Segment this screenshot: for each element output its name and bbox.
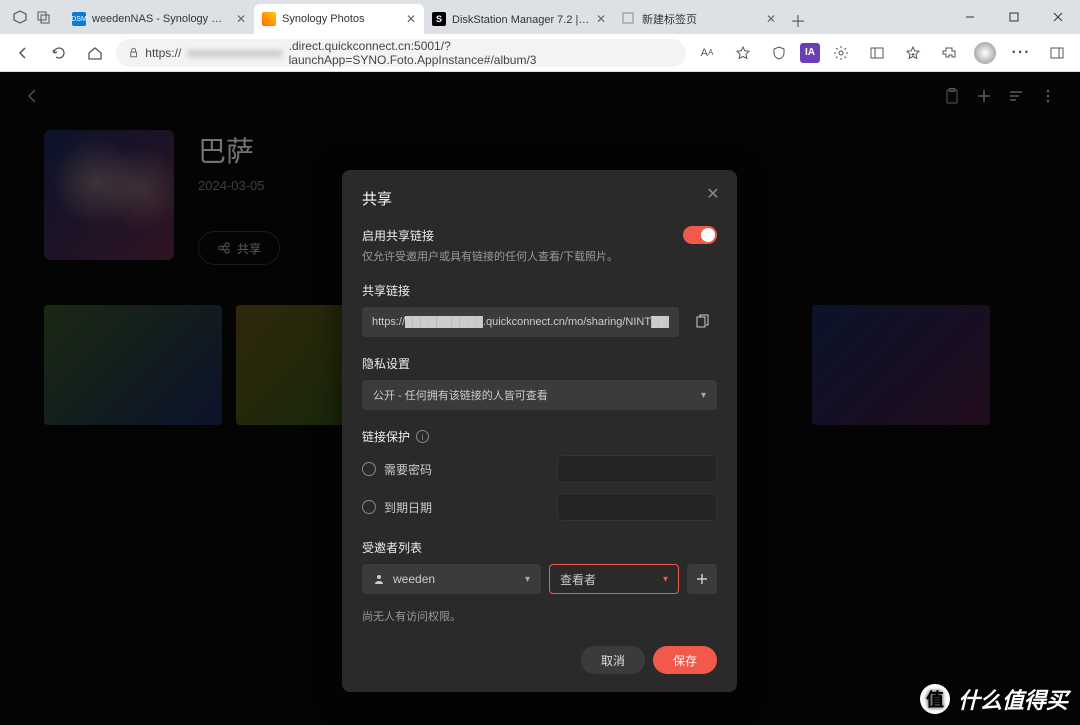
chevron-down-icon: ▾ <box>701 390 706 401</box>
plus-icon <box>695 572 709 586</box>
password-label: 需要密码 <box>384 461 432 478</box>
share-link-input[interactable] <box>362 307 679 337</box>
blank-favicon <box>622 12 636 26</box>
url-prefix: https:// <box>145 46 181 60</box>
expiry-label: 到期日期 <box>384 499 432 516</box>
watermark-icon: 值 <box>920 684 950 714</box>
sidebar-icon[interactable] <box>862 38 892 68</box>
close-button[interactable] <box>1036 0 1080 34</box>
link-section-label: 共享链接 <box>362 282 717 299</box>
chevron-down-icon: ▾ <box>525 574 530 585</box>
role-select[interactable]: 查看者 ▾ <box>549 564 679 594</box>
info-icon[interactable]: i <box>416 430 429 443</box>
no-access-text: 尚无人有访问权限。 <box>362 608 717 624</box>
save-button[interactable]: 保存 <box>653 646 717 674</box>
ia-extension-icon[interactable]: IA <box>800 43 820 63</box>
collections-icon[interactable] <box>898 38 928 68</box>
invitee-section-label: 受邀者列表 <box>362 539 717 556</box>
tab-label: Synology Photos <box>282 13 400 25</box>
close-icon[interactable]: ✕ <box>236 12 246 26</box>
enable-link-toggle[interactable] <box>683 226 717 244</box>
url-hidden: wwwwwwwwwww <box>187 46 282 60</box>
url-input[interactable]: https:// wwwwwwwwwww .direct.quickconnec… <box>116 39 686 67</box>
tab-photos-active[interactable]: Synology Photos ✕ <box>254 4 424 34</box>
share-modal: 共享 ✕ 启用共享链接 仅允许受邀用户或具有链接的任何人查看/下载照片。 共享链… <box>342 170 737 692</box>
privacy-select[interactable]: 公开 - 任何拥有该链接的人皆可查看 ▾ <box>362 380 717 410</box>
dsm-favicon: DSM <box>72 12 86 26</box>
synology-photos-app: 巴萨 2024-03-05 共享 共享 ✕ 启用共享链接 仅允许受邀用户或具有链… <box>0 72 1080 725</box>
tab-bar: DSM weedenNAS - Synology NAS ✕ Synology … <box>64 0 948 34</box>
minimize-button[interactable] <box>948 0 992 34</box>
privacy-value: 公开 - 任何拥有该链接的人皆可查看 <box>373 387 548 403</box>
enable-link-label: 启用共享链接 <box>362 227 717 244</box>
refresh-button[interactable] <box>44 38 74 68</box>
enable-link-desc: 仅允许受邀用户或具有链接的任何人查看/下载照片。 <box>362 248 717 264</box>
split-icon[interactable] <box>1042 38 1072 68</box>
close-icon[interactable]: ✕ <box>766 12 776 26</box>
window-controls <box>948 0 1080 34</box>
browser-titlebar: DSM weedenNAS - Synology NAS ✕ Synology … <box>0 0 1080 34</box>
password-field[interactable] <box>557 455 717 483</box>
user-value: weeden <box>393 572 517 586</box>
address-bar: https:// wwwwwwwwwww .direct.quickconnec… <box>0 34 1080 72</box>
star-icon[interactable] <box>728 38 758 68</box>
gear-icon[interactable] <box>826 38 856 68</box>
watermark-text: 什么值得买 <box>958 683 1068 715</box>
shield-icon[interactable] <box>764 38 794 68</box>
workspace-icon[interactable] <box>8 5 32 29</box>
tab-label: DiskStation Manager 7.2 | 群晖 <box>452 11 590 27</box>
modal-title: 共享 <box>362 188 717 209</box>
cancel-button[interactable]: 取消 <box>581 646 645 674</box>
user-select[interactable]: weeden ▾ <box>362 564 541 594</box>
home-button[interactable] <box>80 38 110 68</box>
tab-overview-icon[interactable] <box>32 5 56 29</box>
reader-icon[interactable]: AA <box>692 38 722 68</box>
close-icon[interactable]: ✕ <box>596 12 606 26</box>
privacy-section-label: 隐私设置 <box>362 355 717 372</box>
expiry-field[interactable] <box>557 493 717 521</box>
new-tab-button[interactable]: ＋ <box>784 6 812 34</box>
protect-section-label: 链接保护 i <box>362 428 717 445</box>
profile-avatar[interactable] <box>970 38 1000 68</box>
password-radio[interactable] <box>362 462 376 476</box>
copy-icon <box>694 314 710 330</box>
synology-favicon: S <box>432 12 446 26</box>
close-icon[interactable]: ✕ <box>406 12 416 26</box>
lock-icon <box>128 47 139 59</box>
copy-link-button[interactable] <box>687 307 717 337</box>
user-icon <box>373 573 385 585</box>
watermark: 值 什么值得买 <box>920 683 1068 715</box>
tab-dsm72[interactable]: S DiskStation Manager 7.2 | 群晖 ✕ <box>424 4 614 34</box>
tab-newtab[interactable]: 新建标签页 ✕ <box>614 4 784 34</box>
tab-label: 新建标签页 <box>642 11 760 27</box>
tab-label: weedenNAS - Synology NAS <box>92 13 230 25</box>
photos-favicon <box>262 12 276 26</box>
expiry-radio[interactable] <box>362 500 376 514</box>
maximize-button[interactable] <box>992 0 1036 34</box>
role-value: 查看者 <box>560 571 596 588</box>
url-suffix: .direct.quickconnect.cn:5001/?launchApp=… <box>289 39 674 67</box>
chevron-down-icon: ▾ <box>663 574 668 585</box>
menu-icon[interactable]: ··· <box>1006 38 1036 68</box>
add-invitee-button[interactable] <box>687 564 717 594</box>
extensions-icon[interactable] <box>934 38 964 68</box>
tab-nas[interactable]: DSM weedenNAS - Synology NAS ✕ <box>64 4 254 34</box>
close-icon[interactable]: ✕ <box>703 184 723 204</box>
back-button[interactable] <box>8 38 38 68</box>
